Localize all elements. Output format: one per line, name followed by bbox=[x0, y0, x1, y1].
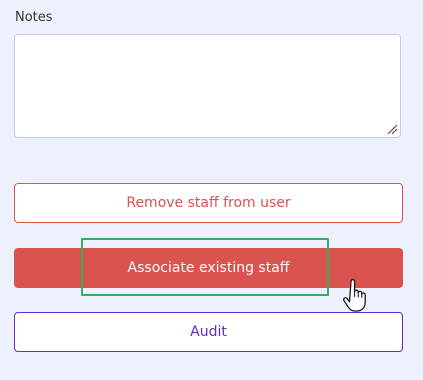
audit-button[interactable]: Audit bbox=[14, 312, 403, 352]
resize-handle-icon[interactable] bbox=[386, 123, 398, 135]
notes-label: Notes bbox=[15, 10, 53, 25]
hand-pointer-cursor-icon bbox=[343, 279, 366, 312]
notes-textarea[interactable] bbox=[14, 34, 401, 138]
remove-staff-button[interactable]: Remove staff from user bbox=[14, 183, 403, 223]
